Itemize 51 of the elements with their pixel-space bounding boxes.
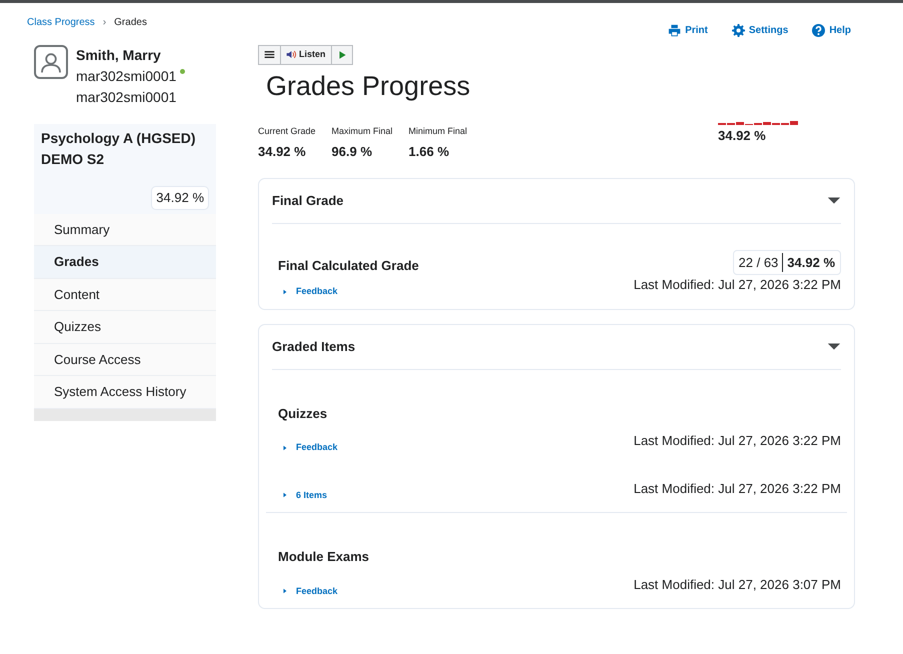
points-text: 22 / 63: [738, 254, 778, 272]
stat-value: 34.92 %: [258, 143, 307, 162]
sidebar-item[interactable]: Grades: [34, 246, 216, 278]
course-grade: 34.92 %: [151, 186, 209, 210]
printer-icon: [668, 24, 682, 36]
help-link[interactable]: Help: [829, 22, 851, 38]
stat-value: 1.66 %: [408, 143, 450, 162]
listen-button[interactable]: Listen: [299, 48, 326, 62]
last-modified: Last Modified: Jul 27, 2026 3:22 PM: [634, 480, 841, 498]
speaker-icon: [286, 49, 297, 60]
sidebar-item[interactable]: Course Access: [34, 344, 216, 376]
caret-right-icon: [282, 288, 288, 295]
stat-label: Maximum Final: [332, 124, 393, 138]
caret-right-icon: [282, 492, 288, 498]
course-title: Psychology A (HGSED) DEMO S2: [41, 129, 197, 169]
user-name: Smith, Marry: [76, 46, 162, 65]
trend-grade: 34.92 %: [718, 126, 767, 145]
section-title: Graded Items: [272, 338, 356, 356]
menu-icon: [264, 49, 275, 60]
help-icon: [812, 24, 826, 36]
section-title: Final Grade: [272, 192, 344, 210]
sidebar-item[interactable]: Content: [34, 278, 216, 311]
stat-label: Current Grade: [258, 124, 316, 138]
sidebar-item[interactable]: Quizzes: [34, 311, 216, 344]
item-name: Final Calculated Grade: [278, 256, 419, 275]
breadcrumb-link[interactable]: Class Progress: [27, 15, 95, 45]
page-title: Grades Progress: [266, 70, 472, 103]
last-modified: Last Modified: Jul 27, 2026 3:22 PM: [634, 276, 841, 294]
last-modified: Last Modified: Jul 27, 2026 3:07 PM: [634, 576, 841, 594]
item-name: Module Exams: [278, 548, 370, 566]
play-icon: [336, 50, 347, 60]
percent-text: 34.92 %: [782, 252, 835, 272]
username: mar302smi0001: [76, 67, 176, 86]
expand-link[interactable]: Feedback: [296, 285, 338, 299]
settings-icon: [732, 24, 745, 36]
sidebar-item[interactable]: Summary: [34, 214, 216, 246]
sidebar-item[interactable]: System Access History: [34, 376, 216, 408]
caret-right-icon: [282, 588, 288, 594]
last-modified: Last Modified: Jul 27, 2026 3:22 PM: [634, 432, 841, 450]
org-id: mar302smi0001: [76, 88, 178, 107]
settings-link[interactable]: Settings: [748, 22, 788, 38]
caret-right-icon: [282, 444, 288, 451]
breadcrumb-separator: ›: [102, 16, 106, 30]
item-name: Quizzes: [278, 404, 328, 423]
expand-link[interactable]: Feedback: [296, 441, 338, 455]
print-link[interactable]: Print: [685, 22, 708, 38]
expand-link[interactable]: Feedback: [296, 584, 338, 598]
stat-value: 96.9 %: [332, 143, 374, 162]
expand-link[interactable]: 6 Items: [296, 488, 328, 502]
breadcrumb-current: Grades: [114, 16, 147, 30]
stat-label: Minimum Final: [408, 124, 468, 138]
